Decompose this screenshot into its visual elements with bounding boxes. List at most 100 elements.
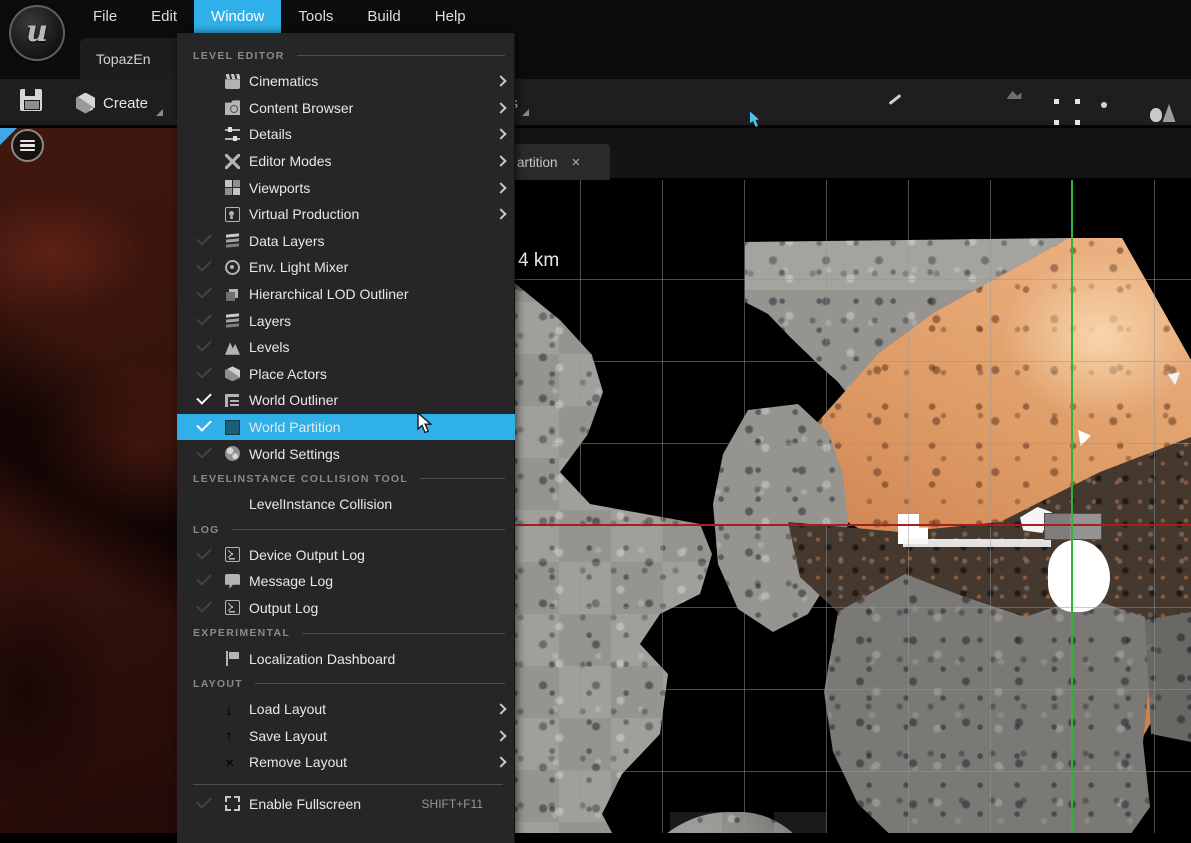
levelinstance-collision-menu-item[interactable]: LevelInstance Collision <box>177 491 515 518</box>
details-menu-item[interactable]: Details <box>177 121 515 148</box>
save-layout-menu-item[interactable]: Save Layout <box>177 722 515 749</box>
menubar-item-edit[interactable]: Edit <box>134 0 194 33</box>
world-settings-menu-item[interactable]: World Settings <box>177 440 515 467</box>
save-icon <box>20 89 42 111</box>
grid-line-vertical <box>744 180 745 833</box>
device-output-log-menu-item[interactable]: Device Output Log <box>177 542 515 569</box>
dropdown-corner-icon <box>156 109 163 116</box>
menu-section-levelinstance-collision-tool: LEVELINSTANCE COLLISION TOOL <box>177 467 515 491</box>
hierarchical-lod-outliner-menu-item[interactable]: Hierarchical LOD Outliner <box>177 281 515 308</box>
window-menu-dropdown: LEVEL EDITORCinematicsContent BrowserDet… <box>177 33 515 843</box>
layout-load-icon <box>225 702 240 717</box>
mountain-icon <box>225 340 240 355</box>
create-label: Create <box>103 95 148 112</box>
mesh-paint-mode-button[interactable] <box>871 79 924 125</box>
foliage-mode-button[interactable] <box>818 79 871 125</box>
asset-tab-label: TopazEn <box>96 51 150 67</box>
create-cube-icon <box>76 93 95 114</box>
create-button[interactable]: Create <box>66 84 173 122</box>
clapperboard-icon <box>225 74 240 89</box>
unloaded-cell-white-large <box>1048 540 1110 612</box>
menubar-item-help[interactable]: Help <box>418 0 483 33</box>
levels-menu-item[interactable]: Levels <box>177 334 515 361</box>
virtual-production-icon <box>225 207 240 222</box>
output-log-menu-item[interactable]: Output Log <box>177 595 515 622</box>
layers-icon <box>225 233 240 250</box>
menubar-item-file[interactable]: File <box>76 0 134 33</box>
sliders-icon <box>225 127 240 142</box>
flag-icon <box>225 651 240 666</box>
world-partition-menu-item[interactable]: World Partition <box>177 414 515 441</box>
world-origin-y-axis <box>1071 180 1073 833</box>
level-viewport[interactable] <box>0 128 177 833</box>
layout-remove-icon <box>225 755 240 770</box>
viewport-menu-button[interactable] <box>11 129 44 162</box>
content-browser-menu-item[interactable]: Content Browser <box>177 95 515 122</box>
terrain-left-landmass <box>507 250 737 833</box>
layout-save-icon <box>225 728 240 743</box>
landscape-mode-button[interactable] <box>765 79 818 125</box>
cell-block-gray <box>1044 513 1102 540</box>
terminal-icon <box>225 600 240 615</box>
grid-line-vertical <box>908 180 909 833</box>
terrain-right-landmass <box>824 574 1154 833</box>
menu-section-level-editor: LEVEL EDITOR <box>177 43 515 68</box>
virtual-production-menu-item[interactable]: Virtual Production <box>177 201 515 228</box>
fracture-mode-button[interactable] <box>924 79 977 125</box>
fullscreen-icon <box>225 796 240 811</box>
outline-list-icon <box>225 393 240 408</box>
hlod-icon <box>226 292 235 301</box>
terrain-right-edge-strip <box>1145 612 1191 742</box>
tools-icon <box>225 154 240 169</box>
unreal-logo: u <box>9 5 65 61</box>
folder-search-icon <box>225 100 240 115</box>
viewports-menu-item[interactable]: Viewports <box>177 174 515 201</box>
grid-line-vertical <box>662 180 663 833</box>
menu-section-log: LOG <box>177 518 515 542</box>
terrain-bottom-blob <box>618 812 840 833</box>
message-log-menu-item[interactable]: Message Log <box>177 568 515 595</box>
unloaded-band-white <box>903 539 1051 547</box>
menubar-item-window[interactable]: Window <box>194 0 281 33</box>
enable-fullscreen-menu-item[interactable]: Enable FullscreenSHIFT+F11 <box>177 791 515 818</box>
mouse-cursor <box>417 412 434 435</box>
world-partition-tab-label: artition <box>517 155 558 170</box>
unreal-logo-glyph: u <box>26 14 48 49</box>
cube-plus-icon <box>225 366 240 381</box>
globe-icon <box>225 446 240 461</box>
menubar-item-build[interactable]: Build <box>350 0 417 33</box>
message-icon <box>225 574 240 589</box>
load-layout-menu-item[interactable]: Load Layout <box>177 696 515 723</box>
partition-square-icon <box>225 420 240 435</box>
world-outliner-menu-item[interactable]: World Outliner <box>177 387 515 414</box>
editor-mode-buttons <box>712 79 1191 125</box>
save-button[interactable] <box>20 89 46 115</box>
modeling-mode-button[interactable] <box>1030 79 1083 125</box>
env-light-mixer-menu-item[interactable]: Env. Light Mixer <box>177 254 515 281</box>
menu-section-experimental: EXPERIMENTAL <box>177 621 515 645</box>
menu-section-layout: LAYOUT <box>177 672 515 696</box>
brush-editing-mode-button[interactable] <box>977 79 1030 125</box>
grid-line-vertical <box>580 180 581 833</box>
viewports-icon <box>225 180 240 195</box>
map-scale-label: 4 km <box>518 250 559 272</box>
grid-line-vertical <box>1154 180 1155 833</box>
localization-dashboard-menu-item[interactable]: Localization Dashboard <box>177 645 515 672</box>
animation-mode-button[interactable] <box>1083 79 1136 125</box>
grid-line-vertical <box>826 180 827 833</box>
menubar-item-tools[interactable]: Tools <box>281 0 350 33</box>
place-actors-menu-item[interactable]: Place Actors <box>177 361 515 388</box>
shortcut-label: SHIFT+F11 <box>422 797 497 811</box>
tab-close-icon[interactable]: × <box>572 155 581 170</box>
shapes-mode-button[interactable] <box>1136 79 1189 125</box>
select-mode-button[interactable] <box>712 79 765 125</box>
remove-layout-menu-item[interactable]: Remove Layout <box>177 749 515 776</box>
dropdown-corner-icon <box>522 109 529 116</box>
data-layers-menu-item[interactable]: Data Layers <box>177 228 515 255</box>
layers-menu-item[interactable]: Layers <box>177 307 515 334</box>
grid-line-vertical <box>990 180 991 833</box>
menu-divider <box>193 784 503 785</box>
menubar-items: FileEditWindowToolsBuildHelp <box>76 0 483 33</box>
editor-modes-menu-item[interactable]: Editor Modes <box>177 148 515 175</box>
cinematics-menu-item[interactable]: Cinematics <box>177 68 515 95</box>
